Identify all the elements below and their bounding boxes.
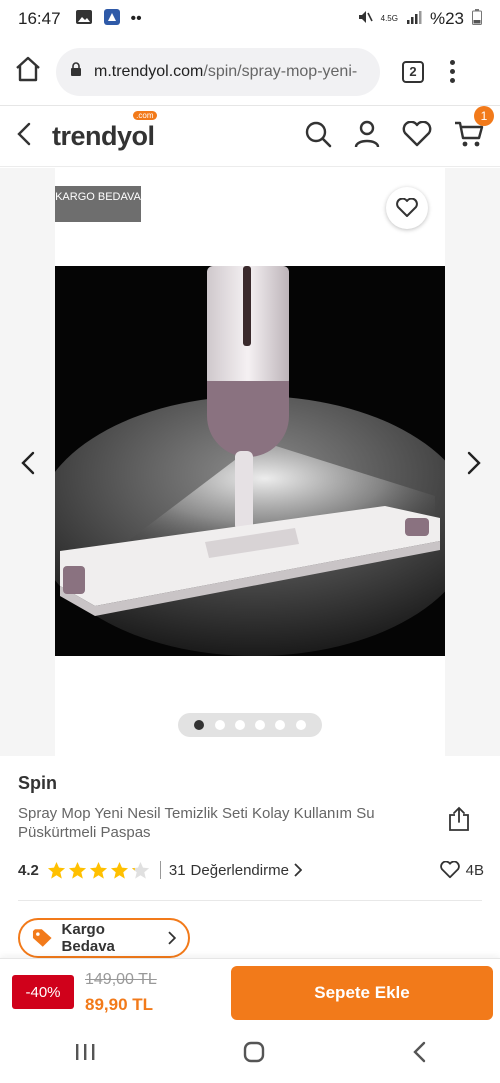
- review-label: Değerlendirme: [190, 861, 289, 879]
- screen: 16:47 •• 4.5G %23 m.trendyol.com /spin/s…: [0, 0, 500, 1083]
- star-empty-icon: [131, 861, 149, 879]
- address-bar[interactable]: m.trendyol.com/spin/spray-mop-yeni-: [56, 47, 380, 96]
- product-gallery: KARGO BEDAVA: [0, 168, 500, 756]
- recent-apps-icon[interactable]: [74, 1043, 96, 1066]
- next-image-arrow[interactable]: [462, 448, 486, 478]
- favorite-count[interactable]: 4B: [439, 861, 484, 879]
- pagination-dot[interactable]: [275, 720, 286, 730]
- review-count: 31: [168, 861, 186, 879]
- product-name: Spray Mop Yeni Nesil Temizlik Seti Kolay…: [18, 805, 375, 841]
- free-shipping-badge[interactable]: Kargo Bedava: [18, 918, 190, 958]
- trendyol-logo[interactable]: trendyol .com: [52, 111, 157, 152]
- add-favorite-button[interactable]: [386, 187, 428, 229]
- more-notifications-icon: ••: [130, 10, 142, 27]
- status-bar: 16:47 •• 4.5G %23: [0, 0, 500, 38]
- logo-suffix: .com: [133, 111, 157, 120]
- url-domain: m.trendyol.com: [94, 62, 204, 80]
- cart-count-badge: 1: [474, 106, 494, 126]
- url-path: /spin/spray-mop-yeni-: [203, 62, 358, 80]
- pagination-dot[interactable]: [255, 720, 266, 730]
- mute-icon: [357, 9, 373, 30]
- star-icon: [68, 861, 86, 879]
- gallery-notification-icon: [75, 9, 93, 30]
- tab-switcher-button[interactable]: 2: [402, 60, 424, 83]
- back-icon[interactable]: [16, 122, 32, 151]
- account-icon[interactable]: [354, 120, 380, 153]
- battery-percent: %23: [429, 9, 464, 28]
- battery-icon: [472, 8, 482, 30]
- favorite-count-value: 4B: [465, 861, 484, 879]
- rating-row: 4.2 31 Değerlendirme 4B: [18, 858, 484, 882]
- network-type: 4.5G: [380, 14, 398, 23]
- rating-stars: [47, 861, 150, 880]
- heart-icon: [396, 198, 418, 217]
- heart-icon: [439, 861, 460, 879]
- product-brand[interactable]: Spin: [18, 773, 57, 794]
- search-icon[interactable]: [304, 120, 332, 153]
- pagination-dot[interactable]: [295, 720, 306, 730]
- back-nav-icon[interactable]: [412, 1041, 426, 1068]
- system-navigation: [0, 1026, 500, 1083]
- browser-toolbar: m.trendyol.com/spin/spray-mop-yeni- 2: [0, 38, 500, 106]
- tag-icon: [32, 929, 52, 947]
- browser-menu-icon[interactable]: [450, 60, 455, 83]
- status-right: 4.5G %23: [357, 8, 482, 30]
- signal-icon: [406, 9, 422, 29]
- reviews-link[interactable]: 31 Değerlendirme: [169, 862, 302, 879]
- star-icon: [110, 861, 128, 879]
- header-actions: 1: [304, 106, 494, 153]
- logo-text: trendyol: [52, 121, 155, 151]
- pagination-dot[interactable]: [194, 720, 205, 730]
- free-shipping-tag: KARGO BEDAVA: [55, 186, 141, 222]
- app-notification-icon: [103, 8, 121, 31]
- current-price: 89,90 TL: [85, 995, 154, 1014]
- lock-icon: [70, 61, 82, 82]
- free-shipping-label: Kargo Bedava: [61, 921, 115, 955]
- divider: [18, 900, 482, 901]
- star-icon: [89, 861, 107, 879]
- home-nav-icon[interactable]: [243, 1041, 265, 1068]
- pagination-dot[interactable]: [214, 720, 225, 730]
- favorites-icon[interactable]: [402, 120, 432, 152]
- old-price: 149,00 TL: [85, 971, 157, 988]
- rating-score: 4.2: [18, 861, 39, 879]
- app-header: trendyol .com 1: [0, 106, 500, 167]
- star-icon: [47, 861, 65, 879]
- pagination-dot[interactable]: [234, 720, 245, 730]
- discount-badge: -40%: [12, 975, 74, 1009]
- cart-button[interactable]: 1: [454, 106, 494, 153]
- home-icon[interactable]: [14, 56, 42, 87]
- add-to-cart-button[interactable]: Sepete Ekle: [231, 966, 493, 1020]
- image-pagination: [178, 713, 322, 737]
- chevron-right-icon: [168, 931, 176, 945]
- chevron-right-icon: [294, 863, 302, 877]
- separator: [159, 861, 161, 879]
- product-image[interactable]: [55, 266, 445, 656]
- status-time: 16:47: [18, 9, 61, 28]
- purchase-bar: -40% 149,00 TL 89,90 TL Sepete Ekle: [0, 958, 500, 1026]
- previous-image-arrow[interactable]: [16, 448, 40, 478]
- share-icon[interactable]: [448, 806, 470, 837]
